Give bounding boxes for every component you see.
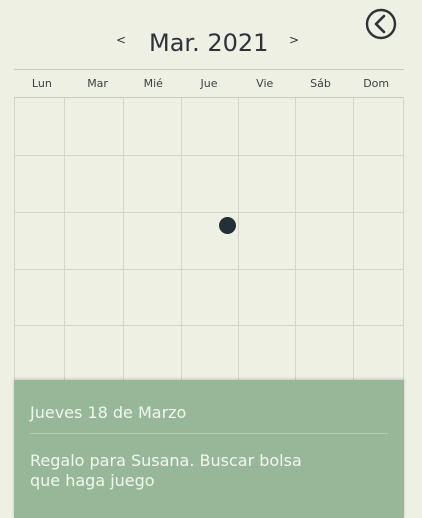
grid-line [353, 98, 354, 398]
calendar-header: < Mar. 2021 > [0, 0, 422, 70]
grid-line [14, 325, 404, 326]
grid-line [181, 98, 182, 398]
weekday-label: Dom [363, 77, 390, 90]
grid-line [14, 212, 404, 213]
event-detail-panel: Jueves 18 de Marzo Regalo para Susana. B… [14, 380, 404, 518]
grid-line [14, 269, 404, 270]
month-title: Mar. 2021 [149, 29, 269, 57]
grid-line [403, 98, 404, 398]
weekday-header-row: Lun Mar Mié Jue Vie Sáb Dom [14, 76, 404, 96]
grid-line [14, 155, 404, 156]
weekday-label: Sáb [310, 77, 331, 90]
weekday-label: Mar [87, 77, 108, 90]
next-month-button[interactable]: > [289, 34, 299, 46]
back-button[interactable] [365, 8, 397, 40]
event-note: Regalo para Susana. Buscar bolsa que hag… [30, 451, 302, 490]
grid-line [238, 98, 239, 398]
grid-line [14, 98, 15, 398]
weekday-label: Jue [200, 77, 218, 90]
chevron-left-circle-icon [365, 8, 397, 40]
event-marker-dot[interactable] [219, 217, 236, 234]
grid-line [64, 98, 65, 398]
event-date-label: Jueves 18 de Marzo [30, 403, 187, 422]
calendar-grid[interactable] [14, 98, 404, 398]
weekday-label: Lun [31, 77, 52, 90]
weekday-label: Vie [256, 77, 274, 90]
header-divider [14, 69, 404, 70]
previous-month-button[interactable]: < [116, 34, 126, 46]
grid-line [123, 98, 124, 398]
grid-line [295, 98, 296, 398]
weekday-label: Mié [143, 77, 163, 90]
event-divider [30, 433, 388, 434]
